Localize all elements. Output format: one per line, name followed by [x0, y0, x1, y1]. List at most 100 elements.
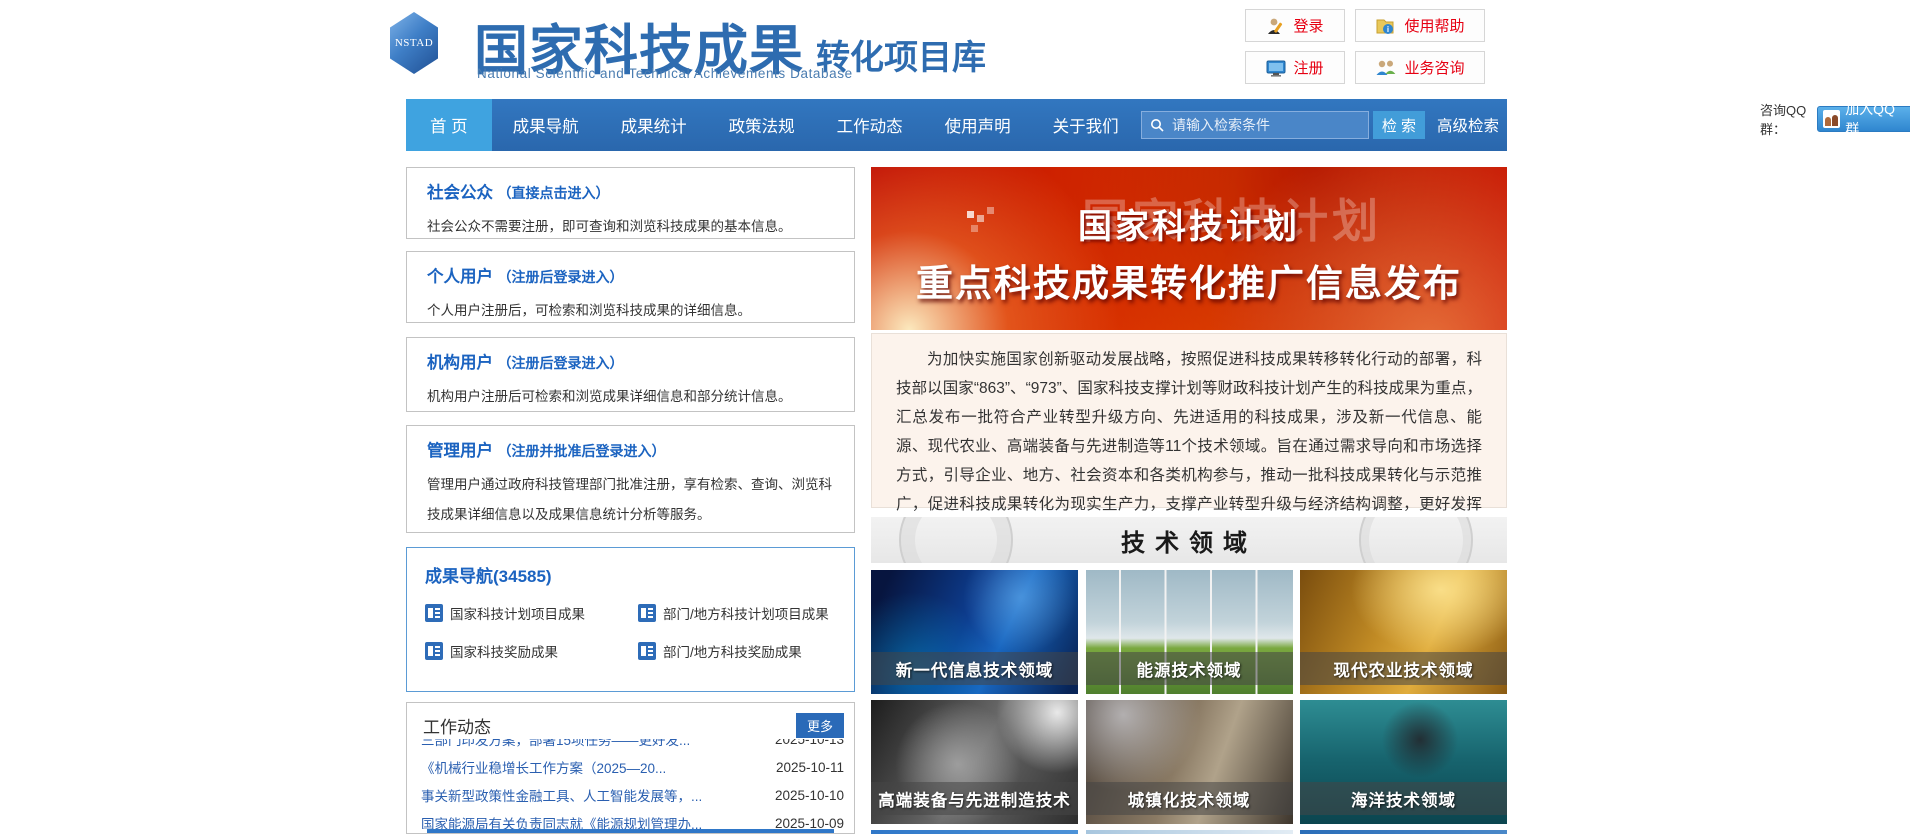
tech-domain-title: 技术领域 [1121, 529, 1257, 557]
site-subtitle-en: National Scientific and Technical Achiev… [477, 66, 853, 81]
news-item[interactable]: 《机械行业稳增长工作方案（2025—20... 2025-10-11 [421, 753, 844, 781]
tile-label: 城镇化技术领域 [1085, 782, 1293, 815]
results-nav-item-local-award[interactable]: 部门/地方科技奖励成果 [638, 641, 836, 661]
tile-label: 现代农业技术领域 [1300, 652, 1507, 685]
nav-item-about-us[interactable]: 关于我们 [1032, 99, 1140, 151]
join-qq-group-label: 加入QQ群 [1845, 101, 1895, 137]
tile-partial-row3[interactable] [1300, 830, 1507, 834]
public-user-desc: 社会公众不需要注册，即可查询和浏览科技成果的基本信息。 [427, 219, 792, 234]
results-nav-label: 国家科技奖励成果 [450, 645, 558, 660]
nav-item-results-stats[interactable]: 成果统计 [600, 99, 708, 151]
institution-user-box[interactable]: 机构用户 （注册后登录进入） 机构用户注册后可检索和浏览成果详细信息和部分统计信… [406, 337, 855, 412]
help-button[interactable]: i 使用帮助 [1355, 9, 1485, 42]
tile-label: 海洋技术领域 [1300, 782, 1507, 815]
login-button[interactable]: 登录 [1245, 9, 1345, 42]
work-news-box: 工作动态 更多 三部门印发方案，部署15项任务——更好发... 2025-10-… [406, 702, 855, 834]
document-icon [638, 642, 656, 660]
more-button[interactable]: 更多 [795, 713, 844, 738]
tile-info-tech[interactable]: 新一代信息技术领域 [871, 570, 1078, 694]
results-nav-title: 成果导航(34585) [425, 567, 552, 586]
svg-text:i: i [1387, 25, 1389, 34]
login-pencil-icon [1268, 18, 1283, 34]
promo-banner[interactable]: 国家科技计划 国家科技计划 重点科技成果转化推广信息发布 [871, 167, 1507, 330]
results-nav-item-national-award[interactable]: 国家科技奖励成果 [425, 641, 630, 661]
join-qq-group-button[interactable]: 加入QQ群 [1817, 101, 1910, 137]
news-item-date: 2025-10-10 [774, 787, 844, 803]
news-bottom-strip [427, 829, 834, 833]
page: NSTAD 国家科技成果 转化项目库 National Scientific a… [0, 0, 1910, 834]
tile-urbanization[interactable]: 城镇化技术领域 [1085, 700, 1293, 824]
consult-label: 业务咨询 [1404, 60, 1465, 77]
personal-user-title: 个人用户 [427, 268, 493, 286]
search-button[interactable]: 检 索 [1372, 111, 1425, 139]
news-item-date: 2025-10-09 [774, 815, 844, 830]
results-nav-label: 部门/地方科技奖励成果 [663, 645, 802, 660]
intro-paragraph: 为加快实施国家创新驱动发展战略，按照促进科技成果转移转化行动的部署，科技部以国家… [871, 333, 1507, 542]
qq-people-icon [1823, 110, 1841, 128]
institution-user-title: 机构用户 [427, 354, 493, 372]
banner-line1: 国家科技计划 [1078, 208, 1300, 246]
public-user-title: 社会公众 [427, 184, 493, 202]
tile-equipment-manufacturing[interactable]: 高端装备与先进制造技术 [871, 700, 1078, 824]
pixel-decoration [967, 211, 974, 218]
results-nav-label: 国家科技计划项目成果 [450, 607, 585, 622]
document-icon [425, 604, 443, 622]
personal-user-note: （注册后登录进入） [497, 269, 624, 285]
search-input[interactable] [1140, 111, 1369, 139]
personal-user-desc: 个人用户注册后，可检索和浏览科技成果的详细信息。 [427, 303, 751, 318]
admin-user-title: 管理用户 [427, 442, 493, 460]
tile-label: 新一代信息技术领域 [871, 652, 1078, 685]
news-item-title: 国家能源局有关负责同志就《能源规划管理办... [421, 817, 703, 829]
register-monitor-icon [1266, 60, 1286, 77]
results-nav-item-local-plan[interactable]: 部门/地方科技计划项目成果 [638, 603, 836, 623]
help-folder-icon: i [1376, 19, 1394, 34]
news-item-title: 事关新型政策性金融工具、人工智能发展等，... [421, 789, 703, 804]
institution-user-desc: 机构用户注册后可检索和浏览成果详细信息和部分统计信息。 [427, 389, 792, 404]
tile-partial-row3[interactable] [871, 830, 1078, 834]
qq-consult-label: 咨询QQ群： [1760, 103, 1807, 137]
login-label: 登录 [1293, 18, 1324, 35]
tile-agriculture[interactable]: 现代农业技术领域 [1300, 570, 1507, 694]
nav-item-work-news[interactable]: 工作动态 [816, 99, 924, 151]
register-label: 注册 [1293, 60, 1324, 77]
news-item-title: 《机械行业稳增长工作方案（2025—20... [421, 761, 667, 776]
tile-partial-row3[interactable] [1085, 830, 1293, 834]
news-item[interactable]: 事关新型政策性金融工具、人工智能发展等，... 2025-10-10 [421, 781, 844, 809]
consult-button[interactable]: 业务咨询 [1355, 51, 1485, 84]
results-nav-grid: 国家科技计划项目成果 部门/地方科技计划项目成果 国家科技奖励成果 部门/地方科… [425, 603, 836, 661]
tech-domain-grid: 新一代信息技术领域 能源技术领域 现代农业技术领域 高端装备与先进制造技术 城镇… [871, 570, 1507, 834]
news-item-date: 2025-10-13 [774, 739, 844, 747]
results-nav-label: 部门/地方科技计划项目成果 [663, 607, 829, 622]
register-button[interactable]: 注册 [1245, 51, 1345, 84]
news-item[interactable]: 三部门印发方案，部署15项任务——更好发... 2025-10-13 [421, 739, 844, 753]
public-user-box[interactable]: 社会公众 （直接点击进入） 社会公众不需要注册，即可查询和浏览科技成果的基本信息… [406, 167, 855, 239]
news-item[interactable]: 国家能源局有关负责同志就《能源规划管理办... 2025-10-09 [421, 809, 844, 830]
results-nav-item-national-plan[interactable]: 国家科技计划项目成果 [425, 603, 630, 623]
main-nav: 首 页 成果导航 成果统计 政策法规 工作动态 使用声明 关于我们 检 索 高级… [406, 99, 1507, 151]
news-item-date: 2025-10-11 [775, 759, 844, 775]
search-area: 检 索 高级检索 [1140, 111, 1499, 139]
nav-item-results-nav[interactable]: 成果导航 [492, 99, 600, 151]
tile-ocean[interactable]: 海洋技术领域 [1300, 700, 1507, 824]
qq-consult-area: 咨询QQ群： 加入QQ群 [1760, 100, 1910, 138]
search-icon [1150, 119, 1164, 132]
admin-user-box[interactable]: 管理用户 （注册并批准后登录进入） 管理用户通过政府科技管理部门批准注册，享有检… [406, 425, 855, 533]
tile-energy[interactable]: 能源技术领域 [1085, 570, 1293, 694]
tile-label: 高端装备与先进制造技术 [871, 782, 1078, 815]
nav-item-policies[interactable]: 政策法规 [708, 99, 816, 151]
nav-item-usage-statement[interactable]: 使用声明 [924, 99, 1032, 151]
advanced-search-link[interactable]: 高级检索 [1437, 114, 1499, 136]
banner-line2: 重点科技成果转化推广信息发布 [916, 263, 1462, 304]
tech-domain-header: 技术领域 [871, 517, 1507, 563]
news-item-title: 三部门印发方案，部署15项任务——更好发... [421, 739, 691, 748]
news-list: 三部门印发方案，部署15项任务——更好发... 2025-10-13 《机械行业… [421, 739, 844, 829]
personal-user-box[interactable]: 个人用户 （注册后登录进入） 个人用户注册后，可检索和浏览科技成果的详细信息。 [406, 251, 855, 323]
nav-item-home[interactable]: 首 页 [406, 99, 492, 151]
main-container: NSTAD 国家科技成果 转化项目库 National Scientific a… [390, 0, 1507, 834]
admin-user-desc: 管理用户通过政府科技管理部门批准注册，享有检索、查询、浏览科技成果详细信息以及成… [427, 477, 832, 522]
tile-label: 能源技术领域 [1085, 652, 1293, 685]
admin-user-note: （注册并批准后登录进入） [497, 443, 666, 459]
work-news-title: 工作动态 [423, 718, 491, 737]
account-actions: 登录 i 使用帮助 注册 业务咨询 [1245, 9, 1485, 84]
site-logo[interactable]: NSTAD [390, 12, 438, 74]
